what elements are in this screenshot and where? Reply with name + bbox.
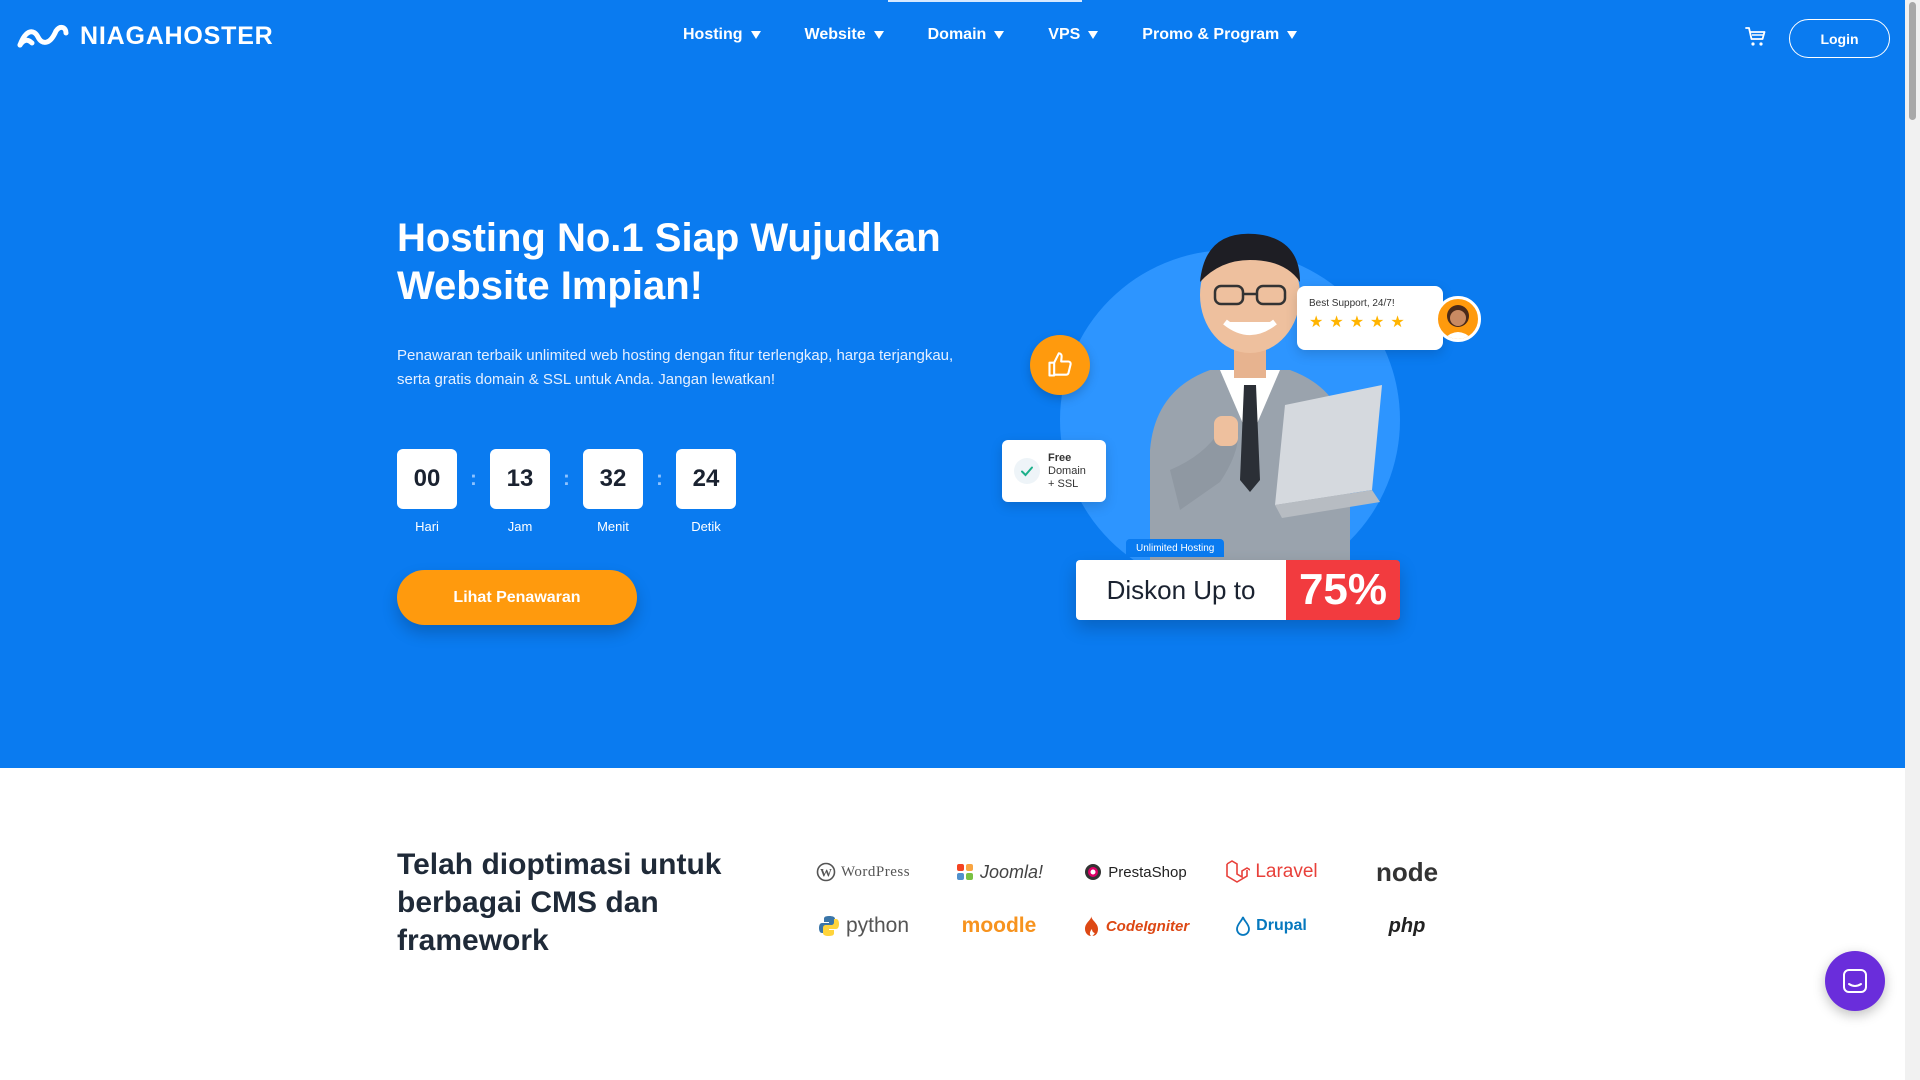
brand-logo[interactable]: NIAGAHOSTER: [16, 22, 274, 51]
rating-stars: ★ ★ ★ ★ ★: [1309, 315, 1431, 331]
joomla-icon: [956, 864, 973, 880]
codeigniter-logo: CodeIgniter: [1067, 898, 1203, 954]
drupal-name: Drupal: [1256, 917, 1307, 934]
joomla-name: Joomla!: [979, 861, 1044, 882]
support-text: Best Support, 24/7!: [1309, 298, 1395, 309]
moodle-logo: moodle: [931, 898, 1067, 954]
countdown-days: 00 Hari: [397, 449, 457, 534]
countdown-minutes-label: Menit: [597, 519, 629, 534]
nodejs-logo: node: [1339, 850, 1475, 894]
star-icon: ★: [1370, 314, 1385, 331]
prestashop-icon: [1085, 864, 1102, 880]
caret-down-icon: [1088, 31, 1099, 39]
moodle-name: moodle: [961, 914, 1037, 937]
codeigniter-icon: [1084, 916, 1098, 936]
countdown-timer: 00 Hari : 13 Jam : 32 Menit : 24 Detik: [397, 449, 736, 534]
laravel-name: Laravel: [1255, 861, 1318, 882]
countdown-minutes-value: 32: [583, 449, 643, 509]
wordpress-name: WordPress: [840, 863, 911, 880]
prestashop-name: PrestaShop: [1108, 863, 1187, 881]
countdown-hours: 13 Jam: [490, 449, 550, 534]
cms-section-title: Telah dioptimasi untuk berbagai CMS dan …: [397, 848, 722, 957]
nav-promo-label: Promo & Program: [1142, 26, 1280, 43]
codeigniter-name: CodeIgniter: [1105, 917, 1190, 935]
logo-icon: [17, 24, 69, 47]
countdown-separator: :: [470, 467, 477, 490]
nav-website-label: Website: [804, 26, 866, 43]
laravel-logo: Laravel: [1203, 850, 1339, 894]
countdown-seconds: 24 Detik: [676, 449, 736, 534]
nav-website[interactable]: Website: [805, 26, 884, 44]
python-icon: [818, 916, 839, 936]
hero-title: Hosting No.1 Siap Wujudkan Website Impia…: [397, 216, 941, 308]
wordpress-icon: W: [816, 862, 836, 882]
free-line-3: + SSL: [1048, 477, 1079, 490]
prestashop-logo: PrestaShop: [1067, 850, 1203, 894]
python-logo: python: [795, 898, 931, 954]
nav-promo[interactable]: Promo & Program: [1142, 26, 1298, 44]
nav-vps[interactable]: VPS: [1048, 26, 1099, 44]
discount-text: Diskon Up to: [1076, 560, 1286, 620]
countdown-separator: :: [563, 467, 570, 490]
nav-domain[interactable]: Domain: [928, 26, 1005, 44]
countdown-hours-value: 13: [490, 449, 550, 509]
businessman-illustration: [1150, 233, 1382, 580]
discount-value: 75%: [1286, 560, 1400, 620]
hero-illustration: Best Support, 24/7! ★ ★ ★ ★ ★ Free Domai…: [980, 200, 1500, 650]
main-nav: Hosting Website Domain VPS Promo & Progr…: [683, 26, 1341, 44]
caret-down-icon: [873, 31, 884, 39]
chat-icon: [1843, 969, 1867, 993]
support-avatar: [1435, 296, 1481, 342]
scrollbar-thumb[interactable]: [1909, 2, 1916, 120]
drupal-icon: [1236, 916, 1251, 936]
login-button[interactable]: Login: [1789, 19, 1890, 58]
nav-vps-label: VPS: [1048, 26, 1081, 43]
nav-domain-label: Domain: [927, 26, 987, 43]
drupal-logo: Drupal: [1203, 898, 1339, 954]
star-icon: ★: [1309, 314, 1324, 331]
wordpress-logo: W WordPress: [795, 850, 931, 894]
countdown-days-value: 00: [397, 449, 457, 509]
star-icon: ★: [1329, 314, 1344, 331]
countdown-days-label: Hari: [415, 519, 439, 534]
svg-text:W: W: [820, 866, 832, 880]
free-line-2: Domain: [1048, 464, 1086, 477]
nav-hosting[interactable]: Hosting: [683, 26, 761, 44]
caret-down-icon: [1287, 31, 1298, 39]
check-icon: [1014, 458, 1040, 484]
laravel-icon: [1226, 860, 1251, 883]
star-icon: ★: [1349, 314, 1365, 331]
python-name: python: [845, 914, 910, 937]
cms-logo-grid: W WordPress Joomla! PrestaShop Laravel n…: [795, 850, 1475, 954]
hero-section: NIAGAHOSTER Hosting Website Domain VPS P…: [0, 0, 1905, 768]
php-logo: php: [1339, 898, 1475, 954]
nodejs-name: node: [1375, 856, 1439, 887]
joomla-logo: Joomla!: [931, 850, 1067, 894]
chat-widget-button[interactable]: [1825, 951, 1885, 1011]
nav-active-indicator: [888, 0, 1082, 2]
nav-hosting-label: Hosting: [683, 26, 743, 43]
caret-down-icon: [994, 31, 1005, 39]
support-rating-card: Best Support, 24/7! ★ ★ ★ ★ ★: [1297, 286, 1443, 350]
page-scrollbar[interactable]: [1905, 0, 1920, 1080]
countdown-hours-label: Jam: [507, 519, 533, 534]
caret-down-icon: [750, 31, 761, 39]
star-icon: ★: [1390, 314, 1405, 331]
countdown-separator: :: [656, 467, 663, 490]
countdown-seconds-value: 24: [676, 449, 736, 509]
countdown-seconds-label: Detik: [691, 519, 721, 534]
thumbs-up-badge: [1030, 335, 1090, 395]
brand-name: NIAGAHOSTER: [80, 22, 274, 50]
unlimited-hosting-tag: Unlimited Hosting: [1126, 539, 1225, 557]
view-offer-button[interactable]: Lihat Penawaran: [397, 570, 637, 625]
free-domain-ssl-card: Free Domain + SSL: [1002, 440, 1106, 502]
free-line-1: Free: [1048, 451, 1072, 464]
discount-banner: Diskon Up to 75%: [1076, 560, 1400, 620]
countdown-minutes: 32 Menit: [583, 449, 643, 534]
hero-description: Penawaran terbaik unlimited web hosting …: [397, 347, 954, 388]
cart-icon[interactable]: [1744, 25, 1768, 49]
php-name: php: [1388, 914, 1426, 937]
free-domain-text: Free Domain + SSL: [1048, 452, 1086, 491]
thumbs-up-icon: [1048, 352, 1072, 377]
